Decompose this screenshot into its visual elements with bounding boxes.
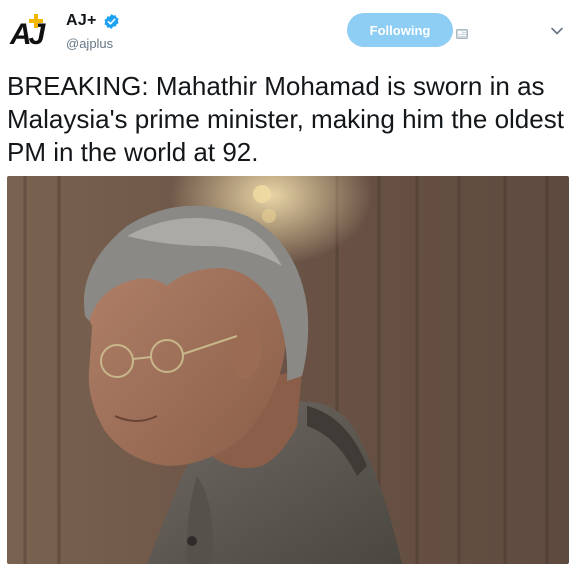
notification-icon[interactable] bbox=[456, 26, 468, 39]
aj-plus-logo-icon: AJ bbox=[9, 14, 50, 51]
chevron-down-icon[interactable] bbox=[550, 24, 564, 38]
account-avatar[interactable]: AJ bbox=[8, 10, 52, 54]
logo-plus-horizontal bbox=[29, 19, 43, 23]
tweet-text: BREAKING: Mahathir Mohamad is sworn in a… bbox=[7, 71, 564, 167]
account-handle[interactable]: @ajplus bbox=[66, 36, 113, 51]
tweet-card: AJ AJ+ @ajplus Following BREAKING: Mahat… bbox=[0, 0, 576, 565]
tweet-photo[interactable] bbox=[7, 176, 569, 564]
display-name[interactable]: AJ+ bbox=[66, 12, 97, 30]
photo-illustration bbox=[7, 176, 569, 564]
following-button[interactable]: Following bbox=[347, 13, 453, 47]
name-row: AJ+ bbox=[66, 10, 120, 32]
verified-badge-icon bbox=[103, 13, 120, 30]
tweet-header: AJ AJ+ @ajplus Following bbox=[0, 0, 576, 62]
